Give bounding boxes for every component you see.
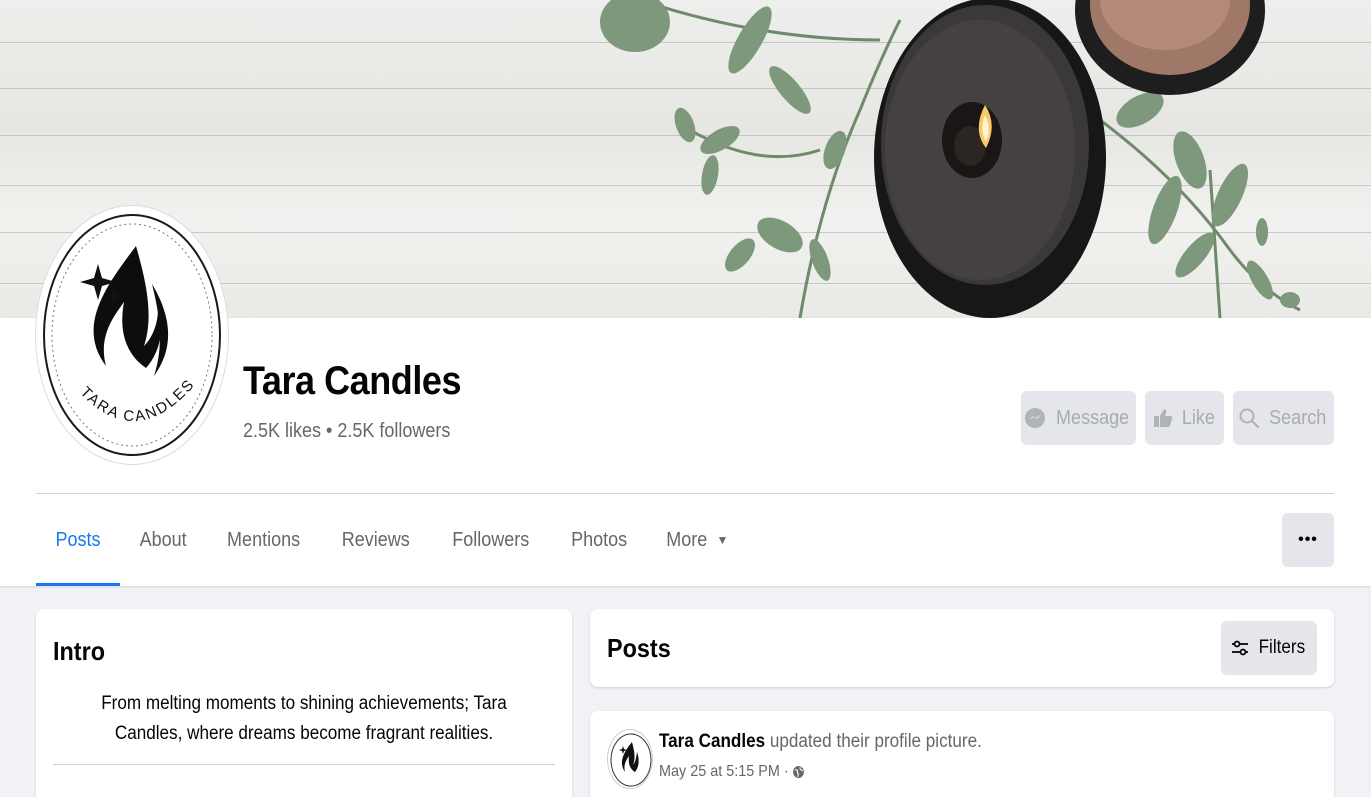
message-label: Message	[1055, 406, 1130, 429]
search-label: Search	[1268, 406, 1327, 429]
intro-divider	[53, 764, 555, 765]
tab-posts[interactable]: Posts	[36, 494, 121, 586]
post-meta: May 25 at 5:15 PM ·	[659, 763, 805, 781]
profile-picture[interactable]: TARA CANDLES	[36, 206, 228, 464]
page-stats[interactable]: 2.5K likes • 2.5K followers	[243, 420, 450, 443]
like-label: Like	[1181, 406, 1216, 429]
search-icon	[1239, 408, 1259, 429]
messenger-icon	[1024, 408, 1045, 428]
filters-label: Filters	[1258, 637, 1306, 658]
post-card: Tara Candles updated their profile pictu…	[590, 711, 1334, 797]
chevron-down-icon: ▼	[716, 533, 729, 547]
globe-icon	[793, 766, 804, 778]
posts-header-card: Posts Filters	[590, 609, 1334, 687]
intro-title: Intro	[53, 636, 105, 666]
page-title[interactable]: Tara Candles	[243, 359, 461, 404]
filters-button[interactable]: Filters	[1221, 621, 1317, 675]
filters-icon	[1232, 640, 1249, 656]
tab-about[interactable]: About	[120, 494, 206, 586]
post-timestamp[interactable]: May 25 at 5:15 PM ·	[659, 763, 789, 781]
intro-card: Intro From melting moments to shining ac…	[36, 609, 572, 797]
tab-more[interactable]: More ▼	[647, 494, 745, 586]
page-tabs: Posts About Mentions Reviews Followers P…	[36, 494, 745, 586]
search-button[interactable]: Search	[1233, 391, 1334, 445]
thumbs-up-icon	[1154, 409, 1173, 427]
ellipsis-icon[interactable]: •••	[1282, 513, 1334, 567]
flame-logo-icon	[610, 733, 652, 787]
message-button[interactable]: Message	[1021, 391, 1136, 445]
tab-mentions[interactable]: Mentions	[206, 494, 321, 586]
post-action-text: updated their profile picture.	[769, 731, 982, 752]
posts-title: Posts	[607, 633, 671, 663]
post-author-avatar[interactable]	[607, 729, 653, 789]
post-headline: Tara Candles updated their profile pictu…	[659, 731, 982, 753]
tab-reviews[interactable]: Reviews	[321, 494, 431, 586]
tab-photos[interactable]: Photos	[551, 494, 647, 586]
post-author[interactable]: Tara Candles	[659, 731, 765, 752]
intro-bio: From melting moments to shining achievem…	[101, 693, 507, 744]
like-button[interactable]: Like	[1145, 391, 1224, 445]
tab-followers[interactable]: Followers	[431, 494, 551, 586]
